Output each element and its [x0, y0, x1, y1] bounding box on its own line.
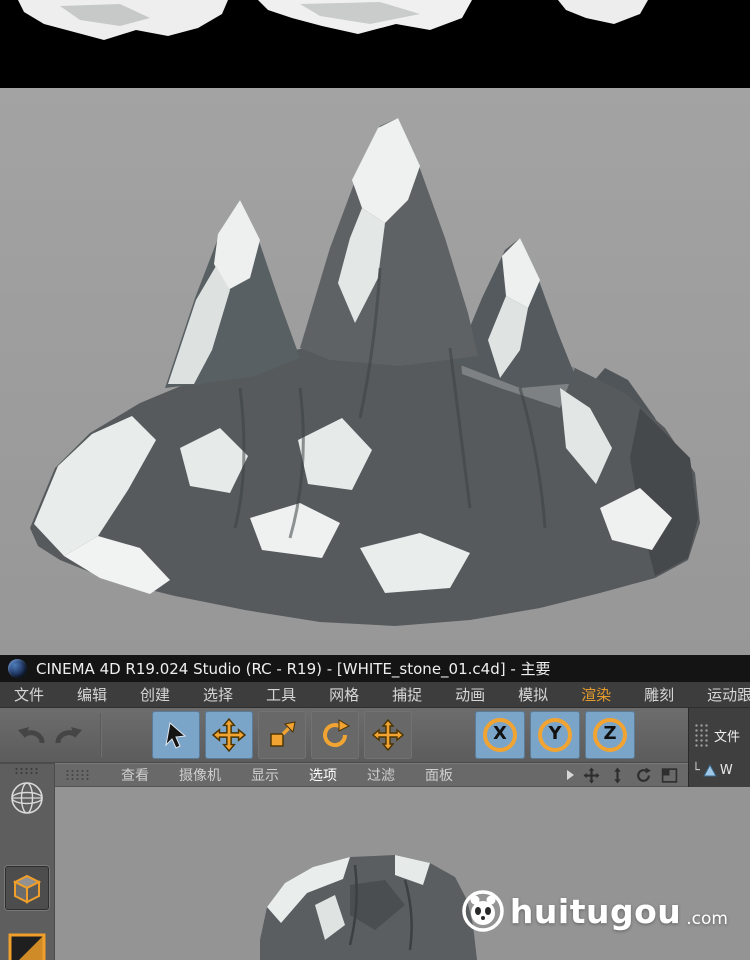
vp-menu-cameras[interactable]: 摄像机	[179, 765, 221, 785]
menu-select[interactable]: 选择	[203, 684, 233, 705]
cropped-thumbnail-strip	[0, 0, 750, 88]
polygon-object-icon	[702, 764, 717, 777]
cinema4d-logo-icon	[8, 659, 27, 678]
rotate-icon	[323, 719, 351, 748]
main-toolbar: X Y Z	[0, 708, 750, 763]
tree-branch: └	[692, 763, 700, 778]
viewport-pan-icon[interactable]	[583, 767, 600, 784]
watermark-name: huitugou	[509, 891, 682, 931]
viewport-rotate-icon[interactable]	[635, 767, 652, 784]
scale-tool[interactable]	[258, 711, 306, 759]
object-manager-header: 文件	[689, 708, 750, 763]
vp-menu-panel[interactable]: 面板	[425, 765, 453, 785]
stone-model-render	[30, 118, 700, 626]
cursor-arrow-icon	[165, 722, 187, 749]
move-tool[interactable]	[205, 711, 253, 759]
window-titlebar: CINEMA 4D R19.024 Studio (RC - R19) - [W…	[0, 655, 750, 682]
move-icon	[212, 718, 246, 752]
axis-move-icon	[372, 719, 404, 751]
menu-mesh[interactable]: 网格	[329, 684, 359, 705]
menu-render[interactable]: 渲染	[581, 684, 611, 705]
y-axis-letter: Y	[548, 723, 562, 744]
menu-motion-tracker[interactable]: 运动跟	[707, 684, 750, 705]
toggle-view-icon[interactable]	[661, 767, 678, 784]
globe-icon	[11, 782, 43, 814]
redo-button[interactable]	[50, 715, 90, 755]
window-title: CINEMA 4D R19.024 Studio (RC - R19) - [W…	[36, 660, 551, 678]
z-axis-letter: Z	[603, 723, 617, 744]
menu-tools[interactable]: 工具	[266, 684, 296, 705]
viewport-zoom-icon[interactable]	[609, 767, 626, 784]
thumbnail-fragments	[0, 0, 750, 88]
cube-icon	[12, 874, 42, 904]
vp-menu-view[interactable]: 查看	[121, 765, 149, 785]
vp-menu-options[interactable]: 选项	[309, 765, 337, 785]
viewport-grip-icon[interactable]	[65, 768, 91, 782]
chevron-right-icon[interactable]	[567, 770, 574, 780]
menu-animate[interactable]: 动画	[455, 684, 485, 705]
menu-edit[interactable]: 编辑	[77, 684, 107, 705]
stone-model-viewport	[260, 855, 477, 960]
rotate-tool[interactable]	[311, 711, 359, 759]
watermark: huitugou .com	[461, 889, 728, 933]
vp-menu-filter[interactable]: 过滤	[367, 765, 395, 785]
object-name: W	[719, 763, 733, 778]
watermark-tld: .com	[686, 909, 728, 929]
menu-sculpt[interactable]: 雕刻	[644, 684, 674, 705]
menu-file[interactable]: 文件	[14, 684, 44, 705]
palette-grip-icon[interactable]	[14, 767, 40, 775]
menu-snap[interactable]: 捕捉	[392, 684, 422, 705]
menu-create[interactable]: 创建	[140, 684, 170, 705]
texture-icon	[8, 933, 46, 960]
menu-bar: 文件 编辑 创建 选择 工具 网格 捕捉 动画 模拟 渲染 雕刻 运动跟	[0, 682, 750, 708]
x-axis-lock-button[interactable]: X	[475, 711, 525, 759]
left-tool-palette	[0, 763, 55, 960]
panda-logo-icon	[462, 890, 504, 932]
toolbar-separator	[100, 713, 102, 757]
model-mode-button[interactable]	[5, 866, 49, 910]
redo-icon	[55, 727, 82, 744]
undo-icon	[18, 727, 45, 744]
live-selection-tool[interactable]	[152, 711, 200, 759]
x-axis-letter: X	[493, 723, 507, 744]
preview-render	[0, 88, 750, 655]
undo-button[interactable]	[10, 715, 50, 755]
object-manager-file-menu[interactable]: 文件	[714, 726, 740, 745]
object-manager-panel: 文件 └ W	[688, 708, 750, 790]
scale-icon	[270, 721, 296, 747]
viewport-menu-bar: 查看 摄像机 显示 选项 过滤 面板	[55, 763, 688, 787]
viewport-3d[interactable]: huitugou .com	[55, 787, 750, 960]
vp-menu-display[interactable]: 显示	[251, 765, 279, 785]
texture-mode-button[interactable]	[5, 930, 49, 960]
world-coordinates-button[interactable]	[5, 776, 49, 820]
axis-modification-tool[interactable]	[364, 711, 412, 759]
menu-simulate[interactable]: 模拟	[518, 684, 548, 705]
z-axis-lock-button[interactable]: Z	[585, 711, 635, 759]
object-row[interactable]: └ W	[689, 763, 750, 778]
panel-grip-icon[interactable]	[694, 722, 708, 749]
y-axis-lock-button[interactable]: Y	[530, 711, 580, 759]
